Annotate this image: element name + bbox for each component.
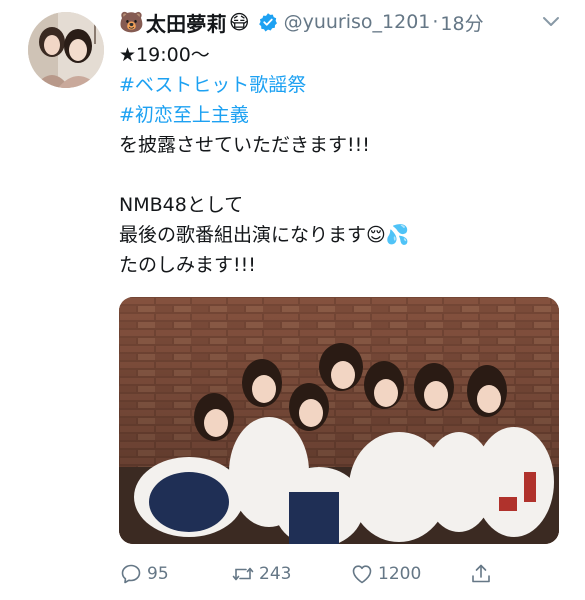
retweet-button[interactable]: 243 xyxy=(231,562,291,586)
tweet-text: ★19:00〜 #ベストヒット歌謡祭 #初恋至上主義 を披露させていただきます!… xyxy=(119,40,409,280)
tweet-line-time: ★19:00〜 xyxy=(119,44,210,66)
tweet-photo[interactable] xyxy=(119,297,559,544)
verified-badge-icon xyxy=(258,13,277,32)
hashtag-link[interactable]: #初恋至上主義 xyxy=(119,100,409,130)
separator-dot: · xyxy=(432,11,439,33)
share-button[interactable] xyxy=(469,562,497,586)
tweet-line: たのしみます!!! xyxy=(119,254,256,276)
avatar[interactable] xyxy=(28,12,104,88)
tweet-actions: 95 243 1200 xyxy=(119,562,559,594)
reply-icon xyxy=(121,564,141,584)
chevron-down-icon[interactable] xyxy=(540,10,562,32)
tweet-line: NMB48として xyxy=(119,194,244,216)
like-button[interactable]: 1200 xyxy=(350,562,421,586)
avatar-photo xyxy=(28,12,104,88)
tweet-header: 🐻 太田夢莉 😷 @yuuriso_1201 · 18分 xyxy=(119,8,484,36)
like-count: 1200 xyxy=(378,564,422,584)
group-photo-image xyxy=(119,297,559,544)
display-name[interactable]: 太田夢莉 xyxy=(146,8,227,37)
tweet-line: 最後の歌番組出演になります😌💦 xyxy=(119,224,410,246)
share-icon xyxy=(472,564,490,583)
timestamp[interactable]: 18分 xyxy=(440,9,483,36)
user-handle[interactable]: @yuuriso_1201 xyxy=(284,11,431,33)
reply-button[interactable]: 95 xyxy=(119,562,169,586)
hashtag-link[interactable]: #ベストヒット歌謡祭 xyxy=(119,70,409,100)
reply-count: 95 xyxy=(147,564,169,584)
retweet-icon xyxy=(232,567,254,581)
retweet-count: 243 xyxy=(259,564,292,584)
bear-emoji: 🐻 xyxy=(119,10,144,34)
mask-emoji: 😷 xyxy=(228,10,250,34)
heart-icon xyxy=(352,565,372,584)
tweet-line: を披露させていただきます!!! xyxy=(119,134,370,156)
